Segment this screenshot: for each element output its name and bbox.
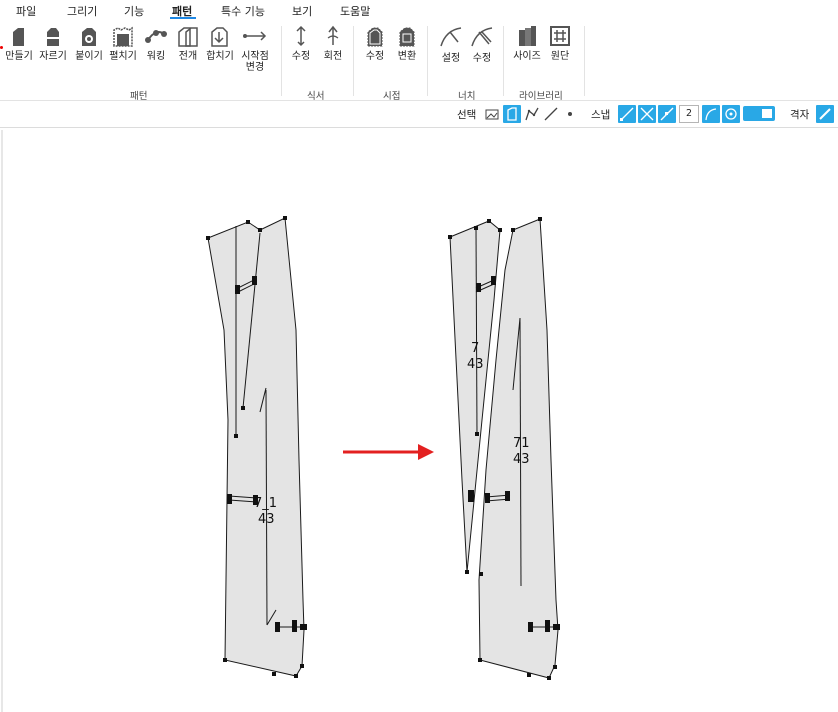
attach-button[interactable]: 붙이기 bbox=[72, 24, 106, 62]
grainline-rotate-icon bbox=[327, 25, 339, 45]
change-start-button[interactable]: 시작점 변경 bbox=[238, 24, 272, 73]
expand-pattern-icon bbox=[178, 27, 198, 47]
seam-edit-icon bbox=[367, 27, 383, 47]
notch-edit-icon bbox=[471, 27, 493, 47]
walking-button[interactable]: 워킹 bbox=[139, 24, 173, 62]
point-select-icon[interactable] bbox=[561, 105, 579, 123]
select-label: 선택 bbox=[457, 109, 477, 121]
fabric-icon bbox=[550, 26, 570, 46]
line-select-icon[interactable] bbox=[542, 105, 560, 123]
make-button[interactable]: 만들기 bbox=[2, 24, 36, 62]
ribbon: 만들기 자르기 붙이기 펼치기 워킹 전개 합치기 시작점 변경 패턴 수정 회… bbox=[0, 20, 838, 102]
menu-bar: 파일 그리기 기능 패턴 특수 기능 보기 도움말 bbox=[0, 0, 838, 20]
snap-cross-icon[interactable] bbox=[638, 105, 656, 123]
small-piece-label-top: 7 bbox=[471, 341, 479, 356]
start-point-icon bbox=[243, 31, 267, 41]
menu-draw[interactable]: 그리기 bbox=[67, 3, 97, 19]
pattern-canvas[interactable]: 7_1 43 7 43 71 43 bbox=[0, 128, 838, 712]
cut-pattern-icon bbox=[44, 28, 62, 46]
left-piece-label-bottom: 43 bbox=[258, 512, 275, 527]
grainline-rotate-button[interactable]: 회전 bbox=[316, 24, 350, 62]
menu-function[interactable]: 기능 bbox=[124, 3, 144, 19]
small-piece-label-bottom: 43 bbox=[467, 357, 484, 372]
snap-curve-icon[interactable] bbox=[702, 105, 720, 123]
snap-division-input[interactable]: 2 bbox=[679, 105, 699, 123]
group-separator bbox=[281, 26, 282, 96]
expand-button[interactable]: 전개 bbox=[171, 24, 205, 62]
active-menu-indicator bbox=[170, 17, 196, 19]
walking-icon bbox=[145, 30, 167, 43]
piece-select-icon[interactable] bbox=[503, 105, 521, 123]
merge-pattern-icon bbox=[211, 27, 228, 47]
menu-help[interactable]: 도움말 bbox=[340, 3, 370, 19]
group-label-pattern: 패턴 bbox=[130, 91, 148, 102]
grainline-edit-button[interactable]: 수정 bbox=[284, 24, 318, 62]
size-button[interactable]: 사이즈 bbox=[510, 24, 544, 62]
merge-button[interactable]: 합치기 bbox=[203, 24, 237, 62]
menu-view[interactable]: 보기 bbox=[292, 3, 312, 19]
snap-label: 스냅 bbox=[591, 109, 611, 121]
change-start-label: 시작점 변경 bbox=[241, 51, 269, 73]
group-label-grainline: 식서 bbox=[307, 91, 325, 102]
snap-toggle[interactable] bbox=[743, 106, 775, 121]
toggle-knob bbox=[762, 109, 772, 118]
grid-label: 격자 bbox=[790, 109, 810, 121]
large-piece-label-bottom: 43 bbox=[513, 452, 530, 467]
attach-pattern-icon bbox=[82, 28, 96, 46]
group-label-notch: 너치 bbox=[458, 91, 476, 102]
make-pattern-icon bbox=[13, 28, 24, 46]
curve-select-icon[interactable] bbox=[523, 105, 541, 123]
grainline-edit-icon bbox=[296, 25, 306, 47]
group-separator bbox=[427, 26, 428, 96]
transform-arrow bbox=[343, 444, 434, 460]
unfold-pattern-icon bbox=[113, 26, 133, 47]
snap-end-icon[interactable] bbox=[618, 105, 636, 123]
canvas-drawing: 7_1 43 7 43 71 43 bbox=[1, 130, 560, 712]
size-library-icon bbox=[519, 26, 536, 46]
grid-pen-icon[interactable] bbox=[816, 105, 834, 123]
snap-center-icon[interactable] bbox=[722, 105, 740, 123]
group-label-library: 라이브러리 bbox=[519, 91, 563, 102]
menu-file[interactable]: 파일 bbox=[16, 3, 36, 19]
group-separator bbox=[503, 26, 504, 96]
large-piece-label-top: 71 bbox=[513, 436, 530, 451]
seam-edit-button[interactable]: 수정 bbox=[358, 24, 392, 62]
original-pattern-piece[interactable]: 7_1 43 bbox=[206, 216, 307, 678]
snap-divide-icon[interactable] bbox=[658, 105, 676, 123]
image-select-icon[interactable] bbox=[483, 105, 501, 123]
select-snap-toolbar: 선택 스냅 2 격자 bbox=[0, 101, 838, 128]
notch-set-button[interactable]: 설정 bbox=[434, 24, 468, 64]
seam-convert-button[interactable]: 변환 bbox=[390, 24, 424, 62]
notch-set-icon bbox=[440, 27, 462, 47]
fabric-button[interactable]: 원단 bbox=[543, 24, 577, 62]
left-piece-label-top: 7_1 bbox=[254, 496, 277, 511]
group-label-seam: 시접 bbox=[383, 91, 401, 102]
unfold-button[interactable]: 펼치기 bbox=[106, 24, 140, 62]
notch-edit-button[interactable]: 수정 bbox=[465, 24, 499, 64]
group-separator bbox=[353, 26, 354, 96]
menu-special[interactable]: 특수 기능 bbox=[221, 3, 265, 19]
group-separator bbox=[584, 26, 585, 96]
cut-button[interactable]: 자르기 bbox=[36, 24, 70, 62]
seam-convert-icon bbox=[399, 27, 415, 47]
